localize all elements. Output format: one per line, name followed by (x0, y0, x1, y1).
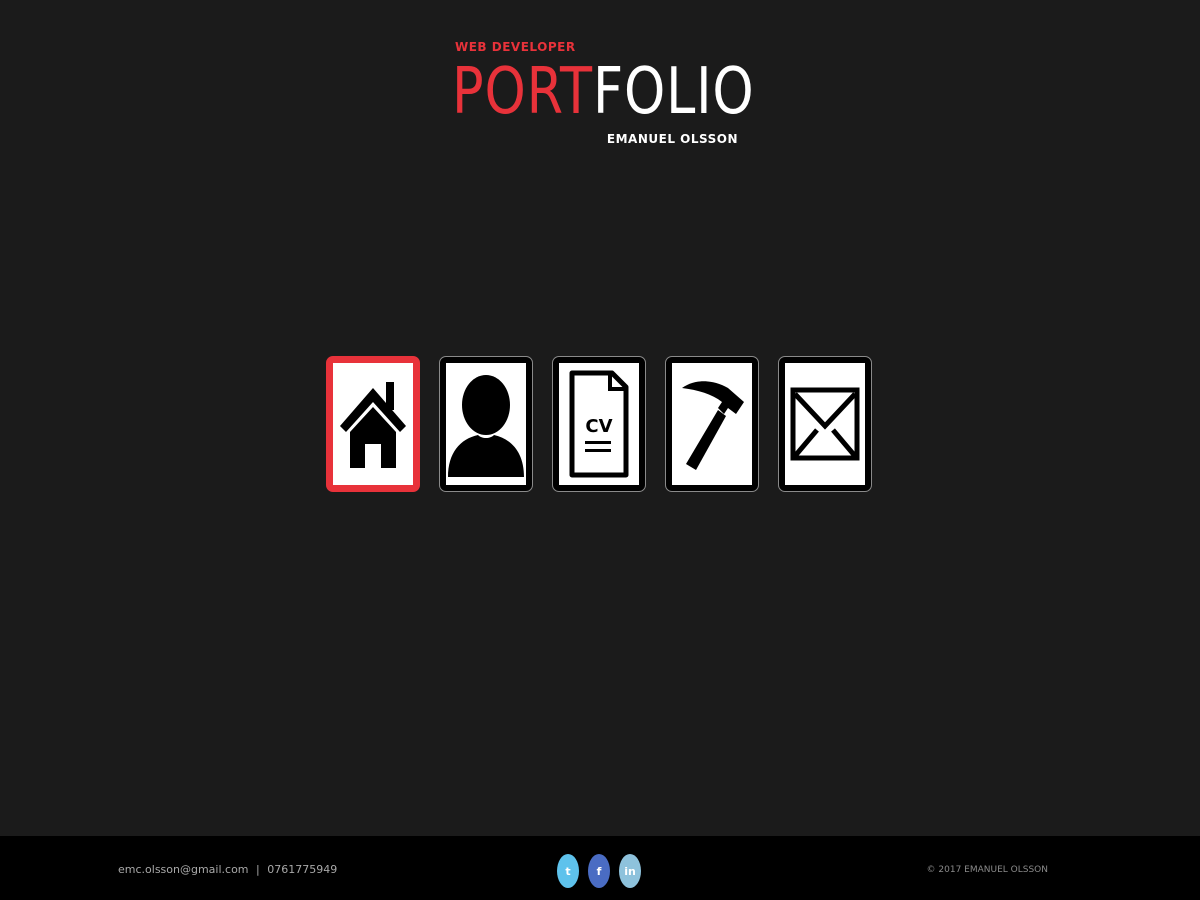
site-logo[interactable]: WEB DEVELOPER PORTFOLIO EMANUEL OLSSON (450, 36, 754, 156)
nav-tile-cv[interactable]: CV (552, 356, 646, 492)
linkedin-icon: in (624, 864, 636, 878)
footer-contact: emc.olsson@gmail.com | 0761775949 (118, 863, 337, 876)
contact-separator: | (256, 863, 260, 876)
nav-tile-contact-face (785, 363, 865, 485)
nav-tile-cv-face: CV (559, 363, 639, 485)
twitter-icon: t (565, 864, 571, 878)
nav-tile-home[interactable] (326, 356, 420, 492)
footer: emc.olsson@gmail.com | 0761775949 t f in… (0, 836, 1200, 900)
envelope-icon (790, 387, 860, 461)
portfolio-page: WEB DEVELOPER PORTFOLIO EMANUEL OLSSON C… (0, 0, 1200, 900)
nav-tile-about-face (446, 363, 526, 485)
copyright-text: © 2017 EMANUEL OLSSON (926, 865, 1048, 875)
twitter-button[interactable]: t (557, 854, 579, 888)
person-icon (448, 375, 524, 477)
nav-tile-projects-face (672, 363, 752, 485)
nav-tile-projects[interactable] (665, 356, 759, 492)
facebook-button[interactable]: f (588, 854, 610, 888)
cv-label: CV (585, 416, 612, 437)
linkedin-button[interactable]: in (619, 854, 641, 888)
facebook-icon: f (596, 864, 602, 878)
nav-tile-contact[interactable] (778, 356, 872, 492)
main-navigation: CV (326, 356, 872, 492)
logo-author: EMANUEL OLSSON (606, 132, 738, 146)
logo-title-red: PORT (452, 55, 593, 129)
home-icon (340, 382, 406, 468)
cv-document-icon: CV (569, 370, 629, 478)
email-link[interactable]: emc.olsson@gmail.com (118, 863, 249, 876)
logo-title-white: FOLIO (592, 55, 755, 129)
phone-number: 0761775949 (267, 863, 338, 876)
logo-title: PORTFOLIO (452, 52, 755, 132)
social-links: t f in (557, 854, 641, 888)
nav-tile-home-face (333, 363, 413, 485)
nav-tile-about[interactable] (439, 356, 533, 492)
hammer-icon (682, 381, 744, 470)
